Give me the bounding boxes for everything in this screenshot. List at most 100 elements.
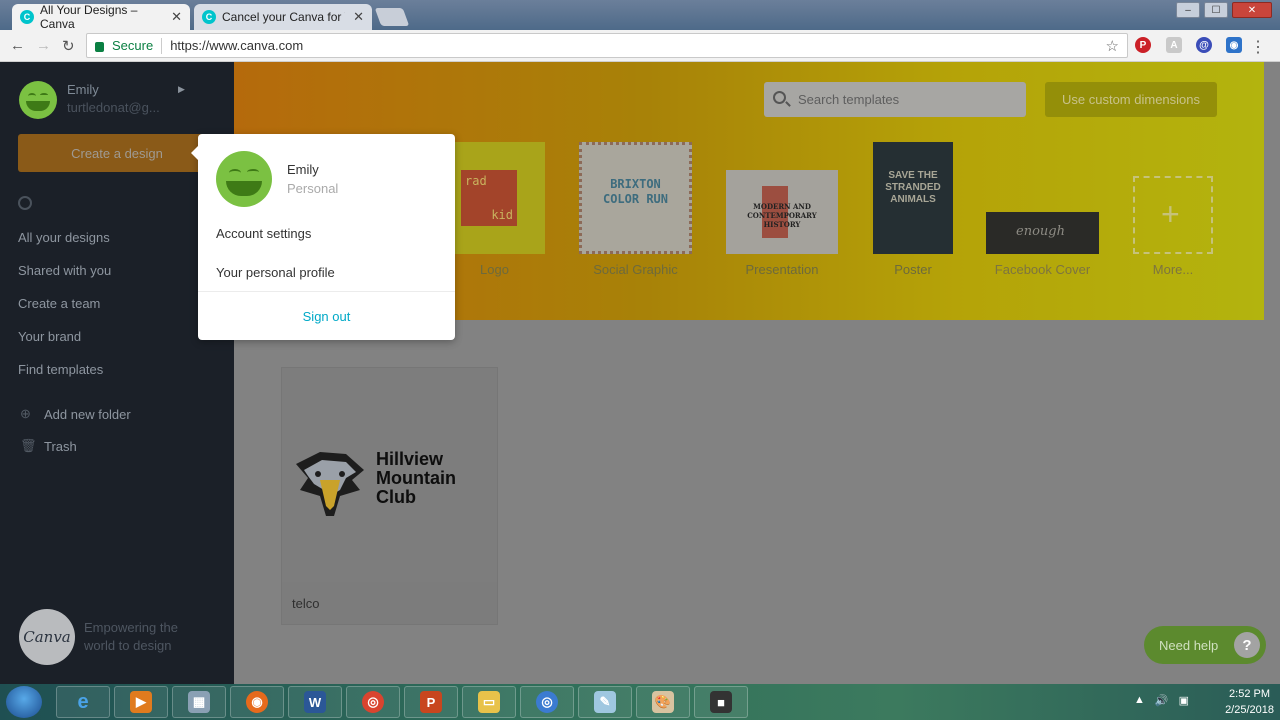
social-thumbnail: BRIXTON COLOR RUN	[582, 177, 689, 207]
paint-icon[interactable]: 🎨	[636, 686, 690, 718]
template-label[interactable]: Logo	[444, 262, 545, 277]
template-label[interactable]: More...	[1133, 262, 1213, 277]
avatar-eye	[247, 169, 259, 175]
start-button[interactable]	[6, 686, 42, 718]
new-tab-button[interactable]	[374, 8, 410, 26]
eagle-logo-icon	[296, 452, 364, 516]
need-help-label: Need help	[1159, 637, 1219, 653]
sidebar-item-brand[interactable]: Your brand	[18, 329, 81, 344]
thumb-text: COLOR RUN	[602, 192, 669, 206]
thumb-text: BRIXTON	[610, 177, 661, 191]
network-icon[interactable]: ▣	[1179, 694, 1189, 707]
sidebar-item-all-designs[interactable]: All your designs	[18, 230, 110, 245]
camera-icon[interactable]: ■	[694, 686, 748, 718]
template-label[interactable]: Facebook Cover	[986, 262, 1099, 277]
template-poster[interactable]: SAVE THE STRANDED ANIMALS	[873, 142, 953, 254]
need-help-button[interactable]: Need help ?	[1144, 626, 1266, 664]
browser-titlebar: C All Your Designs – Canva ✕ C Cancel yo…	[0, 0, 1280, 31]
window-controls: ‒ ☐ ✕	[1176, 2, 1272, 18]
tray-arrow-icon[interactable]: ▲	[1134, 694, 1145, 707]
media-player-icon[interactable]: ▶	[114, 686, 168, 718]
pinterest-extension-icon[interactable]: P	[1135, 37, 1151, 53]
clock[interactable]: 2:52 PM 2/25/2018	[1225, 686, 1274, 718]
notepad-icon[interactable]: ✎	[578, 686, 632, 718]
browser-toolbar: ← → ↻ Secure https://www.canva.com ☆	[0, 30, 1280, 62]
poster-thumbnail: SAVE THE STRANDED ANIMALS	[873, 170, 953, 206]
personal-profile-link[interactable]: Your personal profile	[216, 265, 335, 280]
clock-time: 2:52 PM	[1229, 688, 1271, 700]
at-extension-icon[interactable]: @	[1196, 37, 1212, 53]
maximize-button[interactable]: ☐	[1204, 2, 1228, 18]
back-arrow-icon[interactable]: ←	[10, 37, 25, 54]
thumb-text: MODERN AND	[753, 202, 811, 211]
add-folder-button[interactable]: Add new folder	[44, 407, 131, 422]
secure-indicator[interactable]: Secure	[95, 38, 153, 53]
template-more[interactable]: +	[1133, 176, 1213, 254]
custom-dimensions-button[interactable]: Use custom dimensions	[1045, 82, 1217, 117]
logo-thumbnail: rad kid	[461, 170, 517, 226]
reload-icon[interactable]: ↻	[62, 37, 75, 55]
divider	[161, 37, 163, 54]
volume-icon[interactable]: 🔊	[1155, 694, 1169, 707]
user-name[interactable]: Emily	[67, 82, 99, 97]
design-title[interactable]: telco	[292, 596, 319, 611]
close-tab-icon[interactable]: ✕	[163, 9, 182, 25]
template-facebook-cover[interactable]: enough	[986, 212, 1099, 254]
chrome-window-icon[interactable]: ◎	[520, 686, 574, 718]
firefox-icon[interactable]: ◉	[230, 686, 284, 718]
template-label[interactable]: Poster	[873, 262, 953, 277]
extension-icon[interactable]: ◉	[1226, 37, 1242, 53]
template-logo[interactable]: rad kid	[444, 142, 545, 254]
word-icon[interactable]: W	[288, 686, 342, 718]
browser-menu-icon[interactable]: ⋮	[1250, 37, 1266, 57]
account-dropdown: Emily Personal Account settings Your per…	[191, 134, 455, 340]
sign-out-link[interactable]: Sign out	[198, 309, 455, 324]
design-card[interactable]: Hillview Mountain Club telco	[281, 367, 498, 625]
sidebar-item-create-team[interactable]: Create a team	[18, 296, 100, 311]
search-icon[interactable]	[18, 196, 32, 210]
address-bar[interactable]: Secure https://www.canva.com ☆	[86, 33, 1128, 58]
thumb-text: CONTEMPORARY	[747, 211, 817, 220]
powerpoint-icon[interactable]: P	[404, 686, 458, 718]
forward-arrow-icon[interactable]: →	[36, 37, 51, 54]
user-avatar[interactable]	[19, 81, 57, 119]
trash-icon: 🗑	[20, 438, 37, 453]
file-explorer-icon[interactable]: ▭	[462, 686, 516, 718]
extension-icon[interactable]: A	[1166, 37, 1182, 53]
sidebar-item-shared[interactable]: Shared with you	[18, 263, 111, 278]
popup-avatar	[216, 151, 272, 207]
bookmark-star-icon[interactable]: ☆	[1106, 37, 1119, 55]
popup-user-name: Emily	[287, 162, 319, 177]
template-social-graphic[interactable]: BRIXTON COLOR RUN	[579, 142, 692, 254]
windows-taskbar: e ▶ ▦ ◉ W ◎ P ▭ ◎ ✎ 🎨 ■ ▲ 🔊 ▣ 2:52 PM 2/…	[0, 684, 1280, 720]
add-folder-icon: ⊕	[20, 406, 31, 421]
chrome-icon[interactable]: ◎	[346, 686, 400, 718]
thumb-text: enough	[1016, 224, 1065, 239]
popup-plan: Personal	[287, 181, 339, 196]
template-label[interactable]: Presentation	[726, 262, 838, 277]
canva-logo: Canva	[19, 609, 75, 665]
question-icon: ?	[1234, 632, 1260, 658]
account-settings-link[interactable]: Account settings	[216, 226, 311, 241]
tab-title: Cancel your Canva for W	[222, 10, 346, 24]
search-placeholder: Search templates	[798, 92, 900, 107]
trash-link[interactable]: Trash	[44, 439, 77, 454]
tab-all-designs[interactable]: C All Your Designs – Canva ✕	[12, 3, 190, 31]
presentation-thumbnail: MODERN AND CONTEMPORARY HISTORY	[726, 202, 838, 229]
create-design-button[interactable]: Create a design	[18, 134, 216, 172]
close-window-button[interactable]: ✕	[1232, 2, 1272, 18]
thumb-text: Mountain	[376, 468, 456, 488]
minimize-button[interactable]: ‒	[1176, 2, 1200, 18]
template-presentation[interactable]: MODERN AND CONTEMPORARY HISTORY	[726, 170, 838, 254]
thumb-text: Club	[376, 487, 416, 507]
search-templates-input[interactable]: Search templates	[764, 82, 1026, 117]
sidebar-item-find-templates[interactable]: Find templates	[18, 362, 103, 377]
caret-right-icon[interactable]: ▶	[178, 84, 185, 95]
design-thumbnail: Hillview Mountain Club	[282, 368, 497, 582]
close-tab-icon[interactable]: ✕	[345, 9, 364, 25]
user-email: turtledonat@g...	[67, 100, 160, 115]
calculator-icon[interactable]: ▦	[172, 686, 226, 718]
internet-explorer-icon[interactable]: e	[56, 686, 110, 718]
template-label[interactable]: Social Graphic	[579, 262, 692, 277]
tab-cancel-canva[interactable]: C Cancel your Canva for W ✕	[194, 4, 372, 30]
